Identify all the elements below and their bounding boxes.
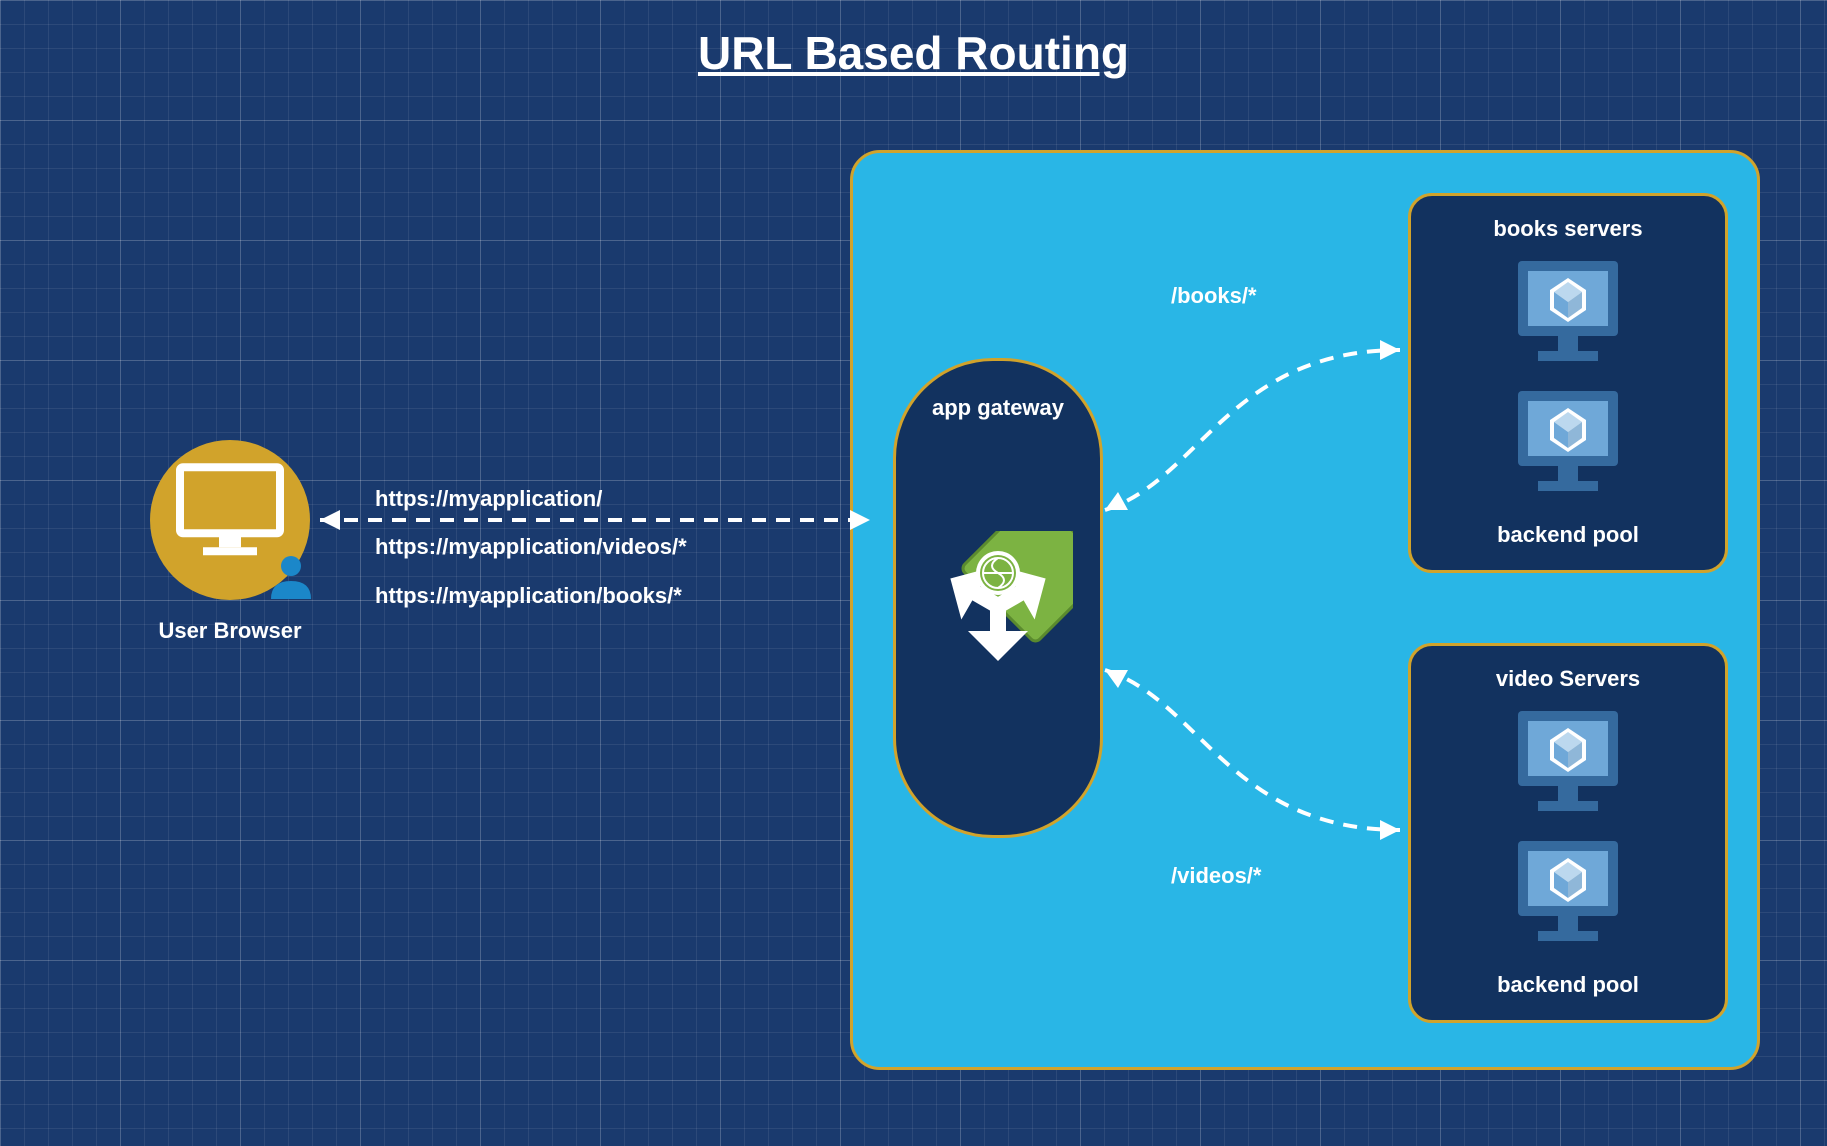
user-browser-node: User Browser bbox=[130, 440, 330, 644]
server-icon bbox=[1518, 841, 1618, 941]
url-books: https://myapplication/books/* bbox=[375, 572, 687, 620]
route-label-books: /books/* bbox=[1171, 283, 1257, 309]
books-backend-pool: books servers bbox=[1408, 193, 1728, 573]
app-gateway-label: app gateway bbox=[896, 395, 1100, 421]
app-gateway-node: app gateway bbox=[893, 358, 1103, 838]
server-icon bbox=[1518, 711, 1618, 811]
videos-backend-pool: video Servers bbox=[1408, 643, 1728, 1023]
user-browser-circle bbox=[150, 440, 310, 600]
cloud-container: app gateway /books/* /videos/* books se bbox=[850, 150, 1760, 1070]
route-label-videos: /videos/* bbox=[1171, 863, 1261, 889]
url-videos: https://myapplication/videos/* bbox=[375, 523, 687, 571]
diagram-title: URL Based Routing bbox=[0, 26, 1827, 80]
books-pool-title: books servers bbox=[1411, 216, 1725, 242]
request-url-list: https://myapplication/ https://myapplica… bbox=[375, 475, 687, 620]
user-person-icon bbox=[266, 551, 316, 606]
server-icon bbox=[1518, 261, 1618, 361]
url-base: https://myapplication/ bbox=[375, 475, 687, 523]
user-browser-label: User Browser bbox=[130, 618, 330, 644]
app-gateway-icon bbox=[923, 531, 1073, 686]
books-servers-icons bbox=[1411, 256, 1725, 521]
videos-pool-footer: backend pool bbox=[1411, 972, 1725, 998]
books-pool-footer: backend pool bbox=[1411, 522, 1725, 548]
videos-servers-icons bbox=[1411, 706, 1725, 971]
server-icon bbox=[1518, 391, 1618, 491]
videos-pool-title: video Servers bbox=[1411, 666, 1725, 692]
